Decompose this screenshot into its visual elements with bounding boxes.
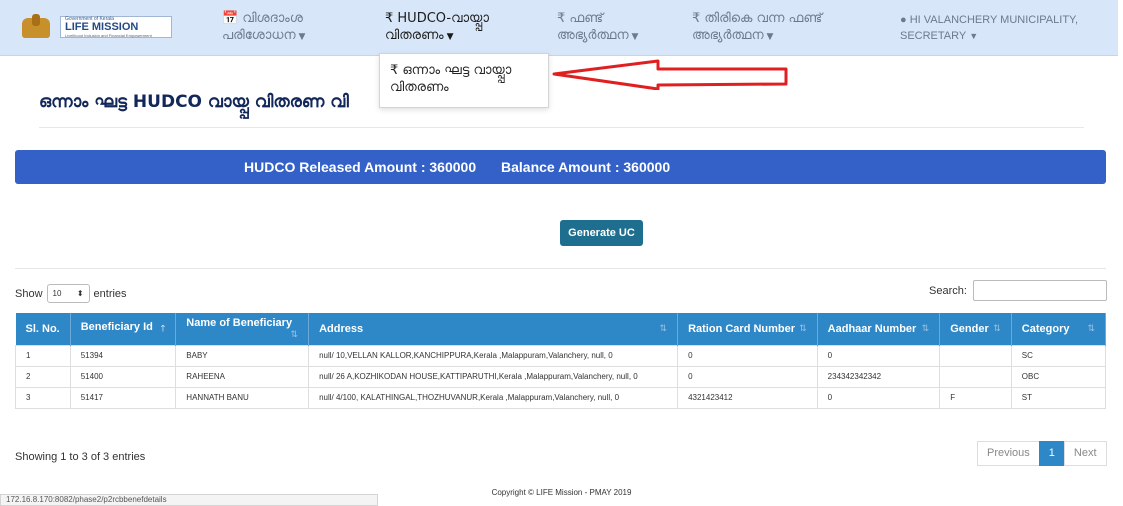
nav-item-line2: അഭ്യർത്ഥന	[557, 28, 629, 43]
table-row: 1 51394 BABY null/ 10,VELLAN KALLOR,KANC…	[15, 344, 1107, 367]
cell: null/ 4/100, KALATHINGAL,THOZHUVANUR,Ker…	[308, 386, 679, 409]
hudco-released-amount: HUDCO Released Amount : 360000	[244, 159, 477, 175]
hudco-dropdown-menu: ₹ ഒന്നാം ഘട്ട വായ്പ്പാ വിതരണം	[379, 53, 549, 108]
sort-icon: ⇅	[659, 322, 668, 333]
generate-uc-button[interactable]: Generate UC	[560, 220, 643, 246]
nav-fund-request-menu[interactable]: ₹ ഫണ്ട് അഭ്യർത്ഥന ▼	[557, 10, 638, 46]
divider	[39, 127, 1084, 128]
nav-item-line1: ₹ HUDCO-വായ്പ്പാ	[385, 11, 489, 26]
cell: 0	[816, 386, 941, 409]
cell: ST	[1010, 386, 1107, 409]
nav-verification-menu[interactable]: 📅 വിശദാംശ പരിശോധന ▼	[222, 10, 305, 46]
nav-item-line1: ₹ തിരികെ വന്ന ഫണ്ട്	[692, 11, 823, 26]
user-role: SECRETARY	[900, 30, 967, 42]
cell: 51417	[69, 386, 177, 409]
sort-icon: ⇅	[290, 329, 299, 340]
cell: 2	[15, 365, 71, 388]
cell: 0	[816, 344, 941, 367]
cell: null/ 26 A,KOZHIKODAN HOUSE,KATTIPARUTHI…	[308, 365, 679, 388]
column-header[interactable]: Address ⇅	[308, 313, 679, 345]
table-row: 3 51417 HANNATH BANU null/ 4/100, KALATH…	[15, 386, 1107, 409]
page-1-button[interactable]: 1	[1038, 441, 1065, 466]
caret-down-icon: ▼	[298, 32, 306, 42]
sort-asc-icon: 🡑	[160, 322, 166, 333]
table-length-control: Show 10 ⬍ entries	[15, 284, 127, 303]
entries-select-value: 10	[52, 289, 62, 298]
browser-status-url: 172.16.8.170:8082/phase2/p2rcbbenefdetai…	[0, 494, 378, 506]
search-input[interactable]	[972, 280, 1107, 301]
cell: OBC	[1010, 365, 1107, 388]
caret-down-icon: ▼	[631, 32, 639, 42]
nav-item-line1: 📅 വിശദാംശ	[222, 11, 303, 26]
life-mission-logo: Government of Kerala LIFE MISSION Liveli…	[60, 16, 172, 38]
column-header[interactable]: Gender ⇅	[939, 313, 1012, 345]
balance-amount: Balance Amount : 360000	[501, 159, 671, 175]
dropdown-item-first-phase-loan[interactable]: ₹ ഒന്നാം ഘട്ട വായ്പ്പാ വിതരണം	[390, 62, 538, 96]
page-title: ഒന്നാം ഘട്ട HUDCO വായ്പ്പ വിതരണ വി	[39, 92, 349, 112]
nav-returned-fund-menu[interactable]: ₹ തിരികെ വന്ന ഫണ്ട് അഭ്യർത്ഥന ▼	[692, 10, 822, 46]
cell: 234342342342	[816, 365, 941, 388]
entries-select[interactable]: 10 ⬍	[46, 284, 90, 303]
beneficiary-table: Sl. No. Beneficiary Id 🡑 Name of Benefici…	[15, 313, 1107, 409]
column-header[interactable]: Aadhaar Number ⇅	[817, 313, 941, 345]
divider	[15, 268, 1106, 269]
top-navbar: Government of Kerala LIFE MISSION Liveli…	[0, 0, 1118, 56]
cell: HANNATH BANU	[175, 386, 310, 409]
nav-hudco-loan-menu[interactable]: ₹ HUDCO-വായ്പ്പാ വിതരണം ▼	[385, 10, 489, 46]
sort-icon: ⇅	[993, 322, 1001, 333]
pagination: Previous 1 Next	[977, 441, 1107, 466]
next-page-button[interactable]: Next	[1063, 441, 1107, 466]
user-icon: ●	[900, 14, 910, 26]
nav-item-line2: വിതരണം	[385, 28, 444, 43]
cell: null/ 10,VELLAN KALLOR,KANCHIPPURA,Keral…	[308, 344, 679, 367]
brand-logo[interactable]: Government of Kerala LIFE MISSION Liveli…	[18, 11, 176, 43]
red-arrow-annotation	[552, 59, 788, 90]
cell: 3	[15, 386, 71, 409]
cell: RAHEENA	[175, 365, 310, 388]
sort-icon: ⇅	[921, 322, 930, 333]
column-header[interactable]: Sl. No.	[15, 313, 71, 345]
table-header-row: Sl. No. Beneficiary Id 🡑 Name of Benefici…	[15, 313, 1107, 345]
cell: 4321423412	[677, 386, 818, 409]
show-label: Show	[15, 287, 43, 300]
cell	[939, 365, 1012, 388]
caret-down-icon: ▼	[446, 32, 454, 42]
search-label: Search:	[929, 284, 967, 297]
nav-item-line2: പരിശോധന	[222, 28, 296, 43]
cell: F	[939, 386, 1012, 409]
sort-icon: ⇅	[799, 322, 807, 333]
cell: 51400	[69, 365, 177, 388]
cell	[939, 344, 1012, 367]
logo-subtitle: Livelihood Inclusion and Financial Empow…	[65, 33, 152, 38]
table-info: Showing 1 to 3 of 3 entries	[15, 451, 146, 463]
cell: 1	[15, 344, 71, 367]
column-header[interactable]: Beneficiary Id 🡑	[70, 313, 177, 345]
table-search: Search:	[929, 280, 1107, 301]
cell: 51394	[69, 344, 177, 367]
sort-updown-icon: ⬍	[76, 289, 84, 298]
kerala-emblem-icon	[18, 14, 54, 40]
user-menu[interactable]: ● HI VALANCHERY MUNICIPALITY, SECRETARY ▼	[900, 12, 1110, 44]
amount-summary-bar: HUDCO Released Amount : 360000 Balance A…	[15, 150, 1106, 184]
column-header[interactable]: Ration Card Number ⇅	[677, 313, 818, 345]
cell: 0	[677, 365, 818, 388]
table-row: 2 51400 RAHEENA null/ 26 A,KOZHIKODAN HO…	[15, 365, 1107, 388]
entries-label: entries	[93, 287, 127, 300]
nav-item-line1: ₹ ഫണ്ട്	[557, 11, 604, 26]
caret-down-icon: ▼	[969, 31, 979, 41]
logo-title: LIFE MISSION	[65, 21, 139, 33]
cell: SC	[1010, 344, 1107, 367]
nav-item-line2: അഭ്യർത്ഥന	[692, 28, 764, 43]
column-header[interactable]: Category ⇅	[1011, 313, 1107, 345]
previous-page-button[interactable]: Previous	[977, 441, 1040, 466]
caret-down-icon: ▼	[766, 32, 774, 42]
sort-icon: ⇅	[1087, 322, 1095, 333]
column-header[interactable]: Name of Beneficiary ⇅	[175, 313, 310, 345]
cell: 0	[677, 344, 818, 367]
user-name: HI VALANCHERY MUNICIPALITY,	[909, 14, 1079, 26]
cell: BABY	[175, 344, 310, 367]
